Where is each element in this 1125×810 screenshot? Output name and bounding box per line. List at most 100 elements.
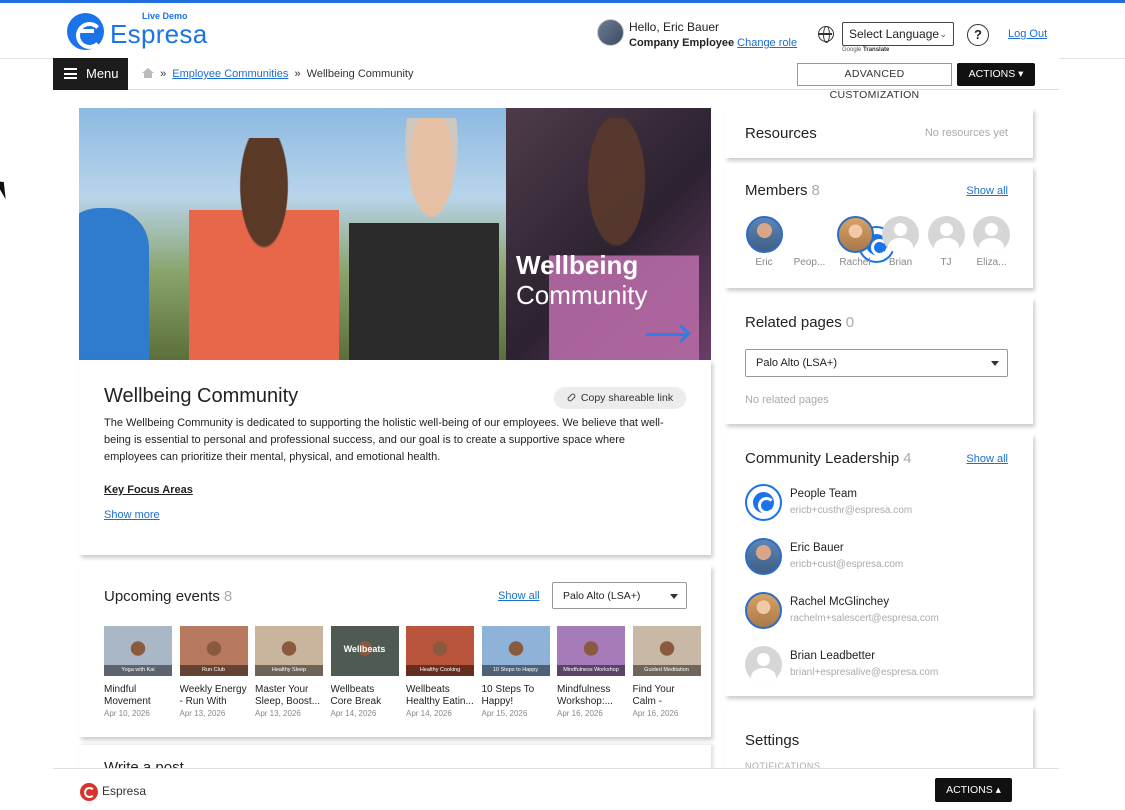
- caret-down-icon: [670, 594, 678, 599]
- event-item[interactable]: Healthy Cooking Wellbeats Healthy Eatin..…: [406, 626, 474, 718]
- copy-shareable-link-button[interactable]: Copy shareable link: [554, 387, 686, 409]
- espresa-logo-icon: [67, 13, 104, 50]
- google-label: Google: [842, 47, 862, 53]
- event-thumbnail[interactable]: Healthy Sleep: [255, 626, 323, 676]
- upcoming-events-card: Upcoming events 8 Show all Palo Alto (LSA…: [79, 565, 711, 737]
- event-item[interactable]: Healthy Sleep Master Your Sleep, Boost...…: [255, 626, 323, 718]
- actions-button[interactable]: ACTIONS ▾: [957, 63, 1035, 86]
- hero-person: [79, 208, 149, 360]
- leader-item[interactable]: Rachel McGlinchey rachelm+salescert@espre…: [745, 592, 1005, 632]
- event-thumbnail-tag: Run Club: [179, 665, 248, 676]
- leadership-show-all-link[interactable]: Show all: [966, 453, 1008, 465]
- event-name[interactable]: 10 Steps To Happy!: [482, 684, 550, 708]
- member-item[interactable]: Rachel: [835, 216, 875, 268]
- leader-avatar[interactable]: [745, 592, 782, 629]
- breadcrumb-separator: »: [294, 68, 301, 80]
- member-item[interactable]: Brian: [881, 216, 921, 268]
- related-pages-title-text: Related pages: [745, 314, 842, 331]
- language-select[interactable]: Select Language ⌄: [842, 22, 954, 46]
- leader-item[interactable]: Brian Leadbetter brianl+espresalive@espre…: [745, 646, 1005, 686]
- footer-actions-button[interactable]: ACTIONS ▴: [935, 778, 1012, 802]
- event-date: Apr 16, 2026: [632, 709, 679, 718]
- event-thumbnail[interactable]: 10 Steps to Happy: [481, 626, 550, 676]
- members-title: Members 8: [745, 182, 820, 199]
- event-date: Apr 13, 2026: [179, 709, 226, 718]
- member-name: TJ: [940, 257, 952, 268]
- member-item[interactable]: TJ: [926, 216, 966, 268]
- event-item[interactable]: Run Club Weekly Energy - Run With The...A…: [179, 626, 248, 718]
- event-item[interactable]: Guided Meditation Find Your Calm - Guided…: [632, 626, 701, 718]
- member-name: Eliza...: [976, 257, 1007, 268]
- leader-name[interactable]: Eric Bauer: [790, 542, 844, 554]
- events-show-all-link[interactable]: Show all: [498, 590, 540, 602]
- help-button[interactable]: ?: [967, 24, 989, 46]
- show-more-link[interactable]: Show more: [104, 509, 160, 521]
- event-name[interactable]: Find Your Calm - Guided...: [633, 684, 701, 708]
- event-thumbnail[interactable]: Guided Meditation: [632, 626, 701, 676]
- events-location-select[interactable]: Palo Alto (LSA+): [552, 582, 687, 609]
- leader-name[interactable]: Rachel McGlinchey: [790, 596, 889, 608]
- event-item[interactable]: Mindfulness Workshop Mindfulness Workshop…: [557, 626, 625, 718]
- menu-button[interactable]: Menu: [53, 58, 128, 90]
- event-name[interactable]: Wellbeats Healthy Eatin...: [406, 684, 474, 708]
- event-thumbnail[interactable]: Yoga with Kai: [104, 626, 172, 676]
- event-item[interactable]: Yoga with Kai Mindful Movement Wi...Apr 1…: [104, 626, 172, 718]
- event-thumbnail[interactable]: Wellbeats: [330, 626, 399, 676]
- event-name[interactable]: Master Your Sleep, Boost...: [255, 684, 323, 708]
- espresa-logo[interactable]: Espresa Live Demo: [67, 11, 207, 53]
- member-item[interactable]: Eliza...: [972, 216, 1012, 268]
- event-name[interactable]: Mindful Movement Wi...: [104, 684, 172, 708]
- leader-name[interactable]: Brian Leadbetter: [790, 650, 875, 662]
- espresa-footer-logo-icon: [80, 783, 98, 801]
- member-avatar[interactable]: [927, 216, 965, 253]
- event-thumbnail-tag: Guided Meditation: [632, 665, 701, 676]
- events-title-text: Upcoming events: [104, 588, 220, 605]
- event-name[interactable]: Weekly Energy - Run With The...: [180, 684, 248, 708]
- event-thumbnail-tag: Yoga with Kai: [104, 665, 172, 676]
- member-name: Eric: [755, 257, 773, 268]
- event-name[interactable]: Mindfulness Workshop:...: [557, 684, 625, 708]
- hero-title-line2: Community: [516, 280, 648, 310]
- related-location-select[interactable]: Palo Alto (LSA+): [745, 349, 1008, 377]
- event-item[interactable]: 10 Steps to Happy 10 Steps To Happy! Apr 1…: [481, 626, 550, 718]
- leader-item[interactable]: Eric Bauer ericb+cust@espresa.com: [745, 538, 1005, 578]
- member-avatar[interactable]: [836, 216, 874, 253]
- mouse-cursor-icon: [0, 177, 12, 200]
- member-name: Peop...: [793, 257, 826, 268]
- event-thumbnail[interactable]: Healthy Cooking: [406, 626, 474, 676]
- hero-banner: Wellbeing Community: [79, 108, 711, 360]
- resources-card: Resources No resources yet: [725, 108, 1033, 158]
- resources-empty: No resources yet: [924, 127, 1008, 139]
- breadcrumb-employee-communities[interactable]: Employee Communities: [172, 68, 288, 80]
- member-avatar[interactable]: [882, 216, 919, 253]
- leader-name[interactable]: People Team: [790, 488, 857, 500]
- event-date: Apr 10, 2026: [104, 709, 150, 718]
- breadcrumb: » Employee Communities » Wellbeing Commu…: [142, 68, 413, 80]
- member-item[interactable]: Peop...: [790, 216, 895, 268]
- leader-avatar[interactable]: [745, 538, 782, 575]
- event-thumbnail[interactable]: Mindfulness Workshop: [557, 626, 625, 676]
- arrow-right-icon: [646, 333, 686, 336]
- related-pages-count: 0: [845, 314, 855, 331]
- members-show-all-link[interactable]: Show all: [966, 185, 1008, 197]
- event-thumbnail-tag: Healthy Sleep: [255, 665, 323, 676]
- community-description: The Wellbeing Community is dedicated to …: [104, 417, 664, 463]
- member-item[interactable]: Eric: [744, 216, 784, 268]
- home-icon[interactable]: [142, 68, 154, 78]
- event-item[interactable]: Wellbeats Wellbeats Core Break Apr 14, 202…: [330, 626, 399, 718]
- user-avatar: [597, 19, 624, 46]
- change-role-link[interactable]: Change role: [737, 37, 797, 49]
- logout-link[interactable]: Log Out: [1008, 28, 1047, 40]
- member-avatar[interactable]: [973, 216, 1010, 253]
- related-pages-title: Related pages 0: [745, 314, 854, 331]
- advanced-customization-button[interactable]: ADVANCED CUSTOMIZATION: [797, 63, 952, 101]
- leader-avatar[interactable]: [745, 484, 782, 521]
- user-greeting: Hello, Eric Bauer: [629, 20, 720, 34]
- community-title: Wellbeing Community: [104, 385, 299, 407]
- leader-avatar[interactable]: [745, 646, 782, 683]
- leader-item[interactable]: People Team ericb+custhr@espresa.com: [745, 484, 1005, 524]
- leadership-title: Community Leadership 4: [745, 450, 912, 467]
- member-avatar[interactable]: [745, 216, 783, 253]
- event-thumbnail[interactable]: Run Club: [179, 626, 248, 676]
- event-name[interactable]: Wellbeats Core Break: [331, 684, 399, 708]
